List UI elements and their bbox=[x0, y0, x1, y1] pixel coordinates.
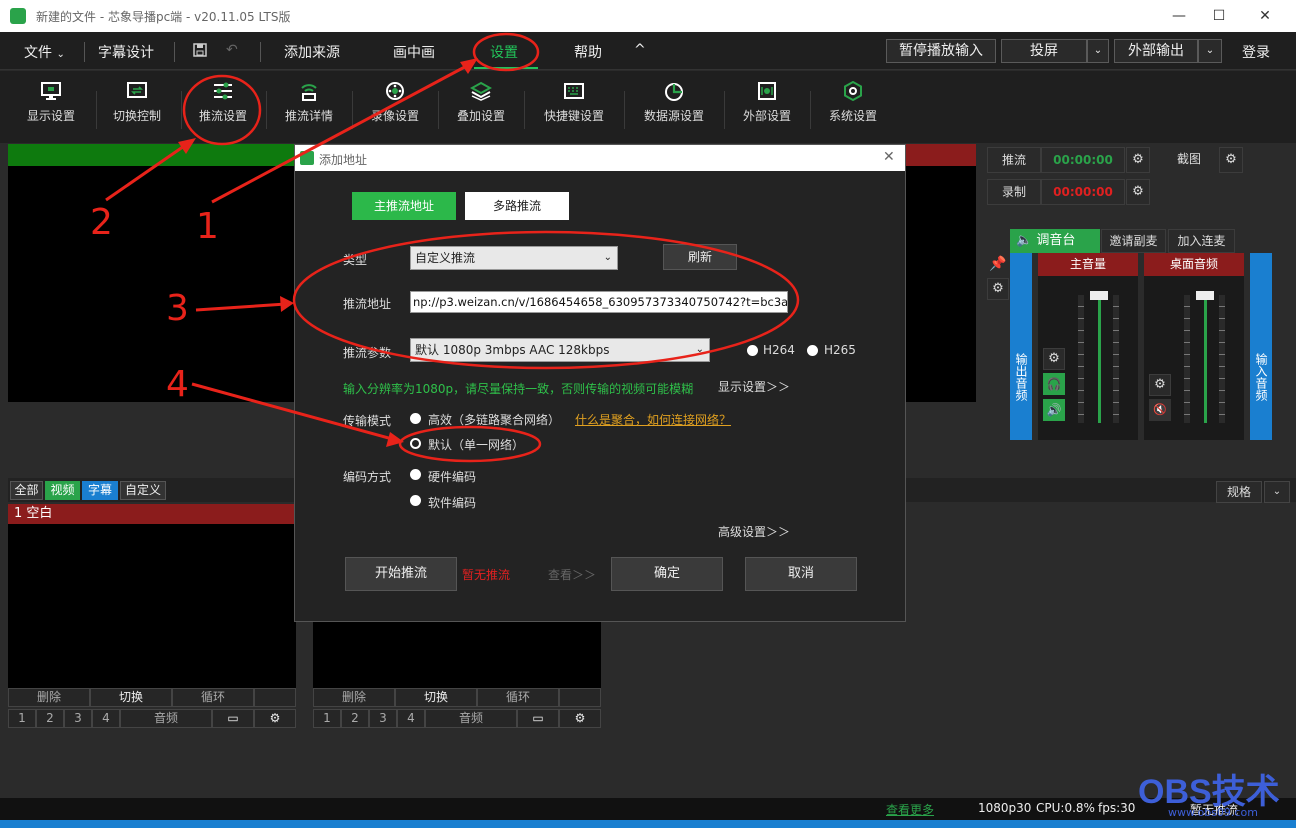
arrow-2-head bbox=[178, 138, 196, 154]
watermark-url: www.obs09.com bbox=[1168, 806, 1258, 819]
annotation-2: 2 bbox=[90, 202, 113, 243]
annotation-1: 1 bbox=[196, 206, 219, 247]
annotation-overlay bbox=[105, 32, 800, 463]
arrow-2 bbox=[105, 140, 191, 202]
stream-settings-circle bbox=[182, 74, 262, 146]
settings-circle bbox=[472, 32, 540, 72]
default-mode-circle bbox=[398, 425, 542, 463]
arrow-4 bbox=[191, 382, 397, 442]
annotation-3: 3 bbox=[166, 288, 189, 329]
arrow-3-head bbox=[280, 296, 294, 312]
form-circle bbox=[292, 230, 800, 370]
annotation-4: 4 bbox=[166, 364, 189, 405]
arrow-3 bbox=[195, 302, 287, 312]
arrow-1-head bbox=[460, 58, 478, 74]
